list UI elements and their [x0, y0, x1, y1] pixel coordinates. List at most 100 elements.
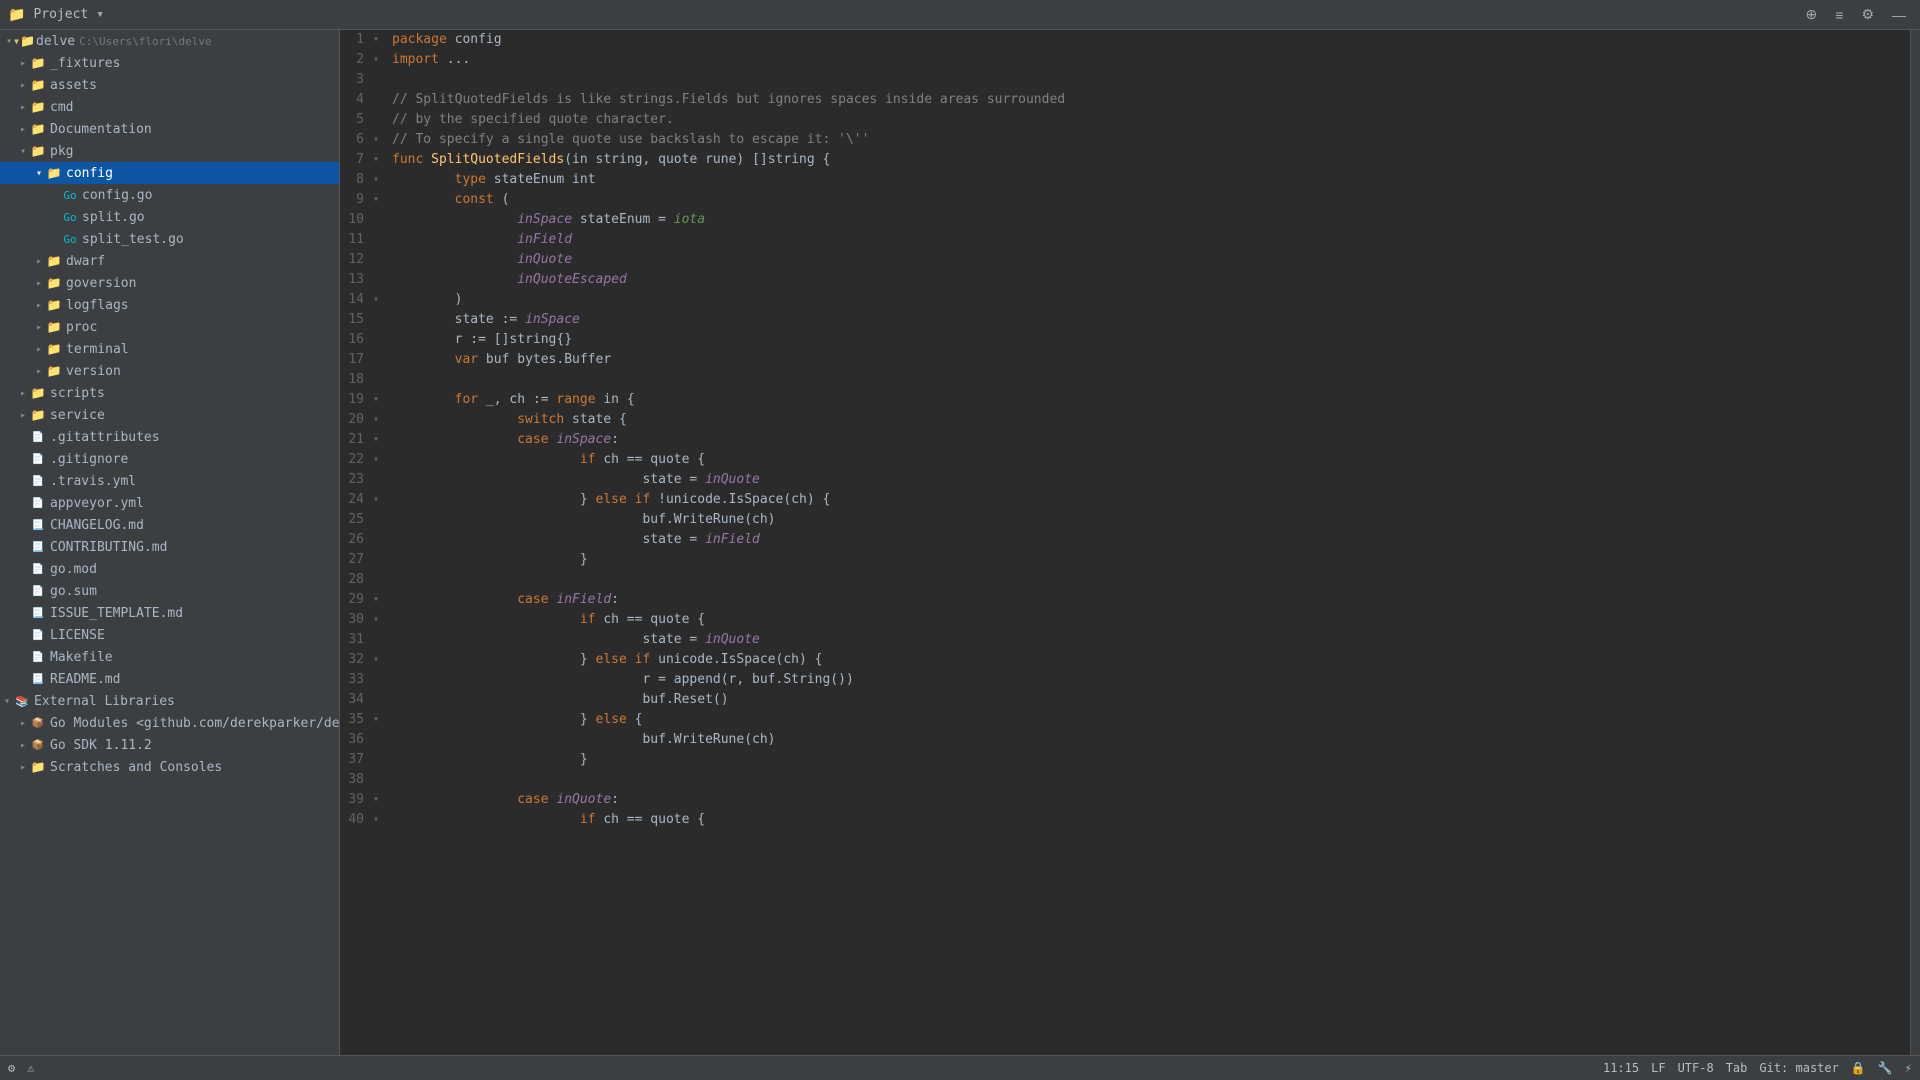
sidebar-item-readme-md[interactable]: 📃 README.md [0, 668, 339, 690]
add-content-button[interactable]: ⊕ [1800, 4, 1824, 25]
tree-label-go-sdk: Go SDK 1.11.2 [50, 738, 152, 753]
sidebar-item-go-mod[interactable]: 📄 go.mod [0, 558, 339, 580]
tree-label-scripts: scripts [50, 386, 105, 401]
fold-9[interactable]: ▾ [368, 190, 384, 210]
file-icon-gitattributes: 📄 [30, 429, 46, 445]
sidebar-item-makefile[interactable]: 📄 Makefile [0, 646, 339, 668]
go-modules-icon: 📦 [30, 715, 46, 731]
sidebar-item-license[interactable]: 📄 LICENSE [0, 624, 339, 646]
tree-label-config-go: config.go [82, 188, 152, 203]
file-icon-split-test-go: Go [62, 231, 78, 247]
code-editor[interactable]: package config import ... // SplitQuoted… [384, 30, 1910, 1055]
sidebar-item-version[interactable]: 📁 version [0, 360, 339, 382]
sidebar-item-documentation[interactable]: 📁 Documentation [0, 118, 339, 140]
tree-label-gitattributes: .gitattributes [50, 430, 160, 445]
sidebar-item-scratches[interactable]: 📁 Scratches and Consoles [0, 756, 339, 778]
title-dropdown-icon[interactable]: ▾ [96, 7, 104, 22]
tree-label-go-mod: go.mod [50, 562, 97, 577]
sidebar-item-pkg[interactable]: 📁 pkg [0, 140, 339, 162]
fold-1[interactable]: ▾ [368, 30, 384, 50]
fold-7[interactable]: ▾ [368, 150, 384, 170]
sidebar-item-assets[interactable]: 📁 assets [0, 74, 339, 96]
folder-icon-documentation: 📁 [30, 121, 46, 137]
fold-20[interactable]: ▾ [368, 410, 384, 430]
fold-2[interactable]: ▾ [368, 50, 384, 70]
line-numbers: 1 2 3 4 5 6 7 8 9 10 11 12 13 14 15 16 1… [340, 30, 368, 1055]
sidebar-item-go-sdk[interactable]: 📦 Go SDK 1.11.2 [0, 734, 339, 756]
status-vcs[interactable]: Git: master [1759, 1061, 1838, 1075]
arrow-pkg [16, 146, 30, 157]
sidebar-item-config-go[interactable]: Go config.go [0, 184, 339, 206]
fold-22[interactable]: ▾ [368, 450, 384, 470]
sidebar-item-config[interactable]: 📁 config [0, 162, 339, 184]
sidebar-item-contributing-md[interactable]: 📃 CONTRIBUTING.md [0, 536, 339, 558]
title-bar-controls: ⊕ ≡ ⚙ — [1800, 4, 1912, 25]
collapse-all-button[interactable]: ≡ [1829, 4, 1849, 25]
arrow-config [32, 168, 46, 179]
sidebar-item-issue-template[interactable]: 📃 ISSUE_TEMPLATE.md [0, 602, 339, 624]
sidebar-item-cmd[interactable]: 📁 cmd [0, 96, 339, 118]
arrow-proc [32, 322, 46, 333]
sidebar-item-split-go[interactable]: Go split.go [0, 206, 339, 228]
tree-label-pkg: pkg [50, 144, 73, 159]
sidebar-item-service[interactable]: 📁 service [0, 404, 339, 426]
status-indent[interactable]: Tab [1726, 1061, 1748, 1075]
sidebar-item-goversion[interactable]: 📁 goversion [0, 272, 339, 294]
minimize-button[interactable]: — [1886, 4, 1912, 25]
status-icon-tools[interactable]: 🔧 [1878, 1061, 1893, 1075]
editor-content[interactable]: 1 2 3 4 5 6 7 8 9 10 11 12 13 14 15 16 1… [340, 30, 1920, 1055]
tree-root-delve[interactable]: ▾📁 delve C:\Users\flori\delve [0, 30, 339, 52]
fold-21[interactable]: ▾ [368, 430, 384, 450]
tree-label-go-sum: go.sum [50, 584, 97, 599]
sidebar-item-go-sum[interactable]: 📄 go.sum [0, 580, 339, 602]
folder-icon-terminal: 📁 [46, 341, 62, 357]
folder-icon-config: 📁 [46, 165, 62, 181]
sidebar-item-scripts[interactable]: 📁 scripts [0, 382, 339, 404]
fold-39[interactable]: ▾ [368, 790, 384, 810]
file-icon-license: 📄 [30, 627, 46, 643]
title-bar-title: Project [33, 7, 88, 22]
tree-label-issue-template: ISSUE_TEMPLATE.md [50, 606, 183, 621]
sidebar-item-terminal[interactable]: 📁 terminal [0, 338, 339, 360]
sidebar-item-gitattributes[interactable]: 📄 .gitattributes [0, 426, 339, 448]
sidebar-item-dwarf[interactable]: 📁 dwarf [0, 250, 339, 272]
sidebar-item-changelog-md[interactable]: 📃 CHANGELOG.md [0, 514, 339, 536]
fold-29[interactable]: ▾ [368, 590, 384, 610]
tree-label-scratches: Scratches and Consoles [50, 760, 222, 775]
status-icon-settings[interactable]: ⚙ [8, 1061, 15, 1075]
sidebar-item-proc[interactable]: 📁 proc [0, 316, 339, 338]
sidebar-item-external-libraries[interactable]: 📚 External Libraries [0, 690, 339, 712]
tree-label-go-modules: Go Modules <github.com/derekparker/delve… [50, 716, 339, 731]
status-icon-power[interactable]: ⚡ [1905, 1061, 1912, 1075]
fold-32[interactable]: ▾ [368, 650, 384, 670]
file-icon-changelog-md: 📃 [30, 517, 46, 533]
folder-icon-fixtures: 📁 [30, 55, 46, 71]
fold-6[interactable]: ▾ [368, 130, 384, 150]
fold-19[interactable]: ▾ [368, 390, 384, 410]
sidebar-item-split-test-go[interactable]: Go split_test.go [0, 228, 339, 250]
fold-14[interactable]: ▾ [368, 290, 384, 310]
fold-30[interactable]: ▾ [368, 610, 384, 630]
sidebar-item-logflags[interactable]: 📁 logflags [0, 294, 339, 316]
sidebar-item-go-modules[interactable]: 📦 Go Modules <github.com/derekparker/del… [0, 712, 339, 734]
tree-label-dwarf: dwarf [66, 254, 105, 269]
fold-35[interactable]: ▾ [368, 710, 384, 730]
sidebar-item-gitignore[interactable]: 📄 .gitignore [0, 448, 339, 470]
sidebar-item-fixtures[interactable]: 📁 _fixtures [0, 52, 339, 74]
sidebar-item-appveyor-yml[interactable]: 📄 appveyor.yml [0, 492, 339, 514]
tree-label-logflags: logflags [66, 298, 129, 313]
tree-label-license: LICENSE [50, 628, 105, 643]
arrow-external [0, 696, 14, 707]
status-line-ending[interactable]: LF [1651, 1061, 1665, 1075]
scrollbar-right[interactable] [1910, 30, 1920, 1055]
folder-icon-scratches: 📁 [30, 759, 46, 775]
settings-button[interactable]: ⚙ [1855, 4, 1880, 25]
status-encoding[interactable]: UTF-8 [1678, 1061, 1714, 1075]
tree-label-config: config [66, 166, 113, 181]
tree-label-documentation: Documentation [50, 122, 152, 137]
fold-24[interactable]: ▾ [368, 490, 384, 510]
sidebar-item-travis-yml[interactable]: 📄 .travis.yml [0, 470, 339, 492]
file-icon-issue-template: 📃 [30, 605, 46, 621]
fold-40[interactable]: ▾ [368, 810, 384, 830]
fold-8[interactable]: ▾ [368, 170, 384, 190]
